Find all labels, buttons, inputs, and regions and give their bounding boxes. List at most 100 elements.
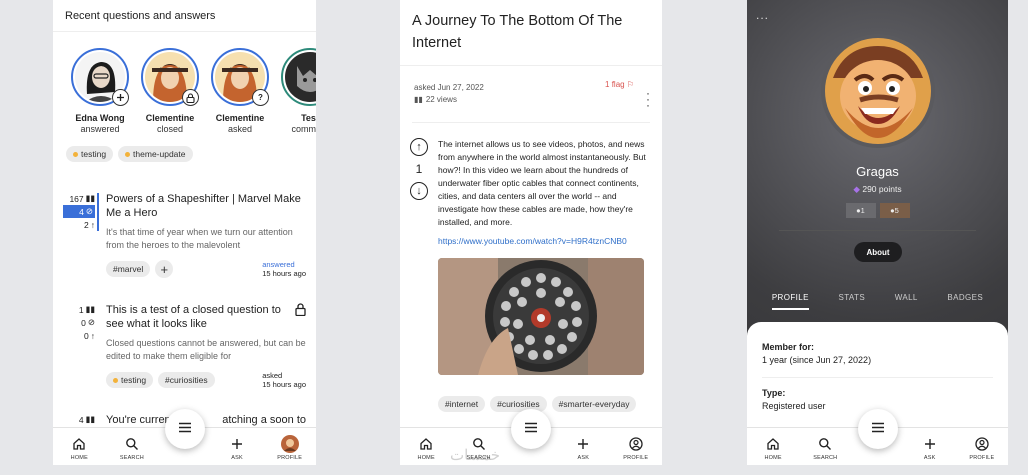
tab-wall[interactable]: WALL bbox=[895, 293, 918, 310]
question-title[interactable]: This is a test of a closed question to s… bbox=[106, 303, 289, 331]
nav-profile[interactable]: PROFILE bbox=[616, 435, 656, 461]
profile-screen: ... Gragas ◆ 290 points ● 1 ● 5 About PROF… bbox=[747, 0, 1008, 465]
story-name: Clementine bbox=[145, 113, 195, 123]
silver-medal: ● 1 bbox=[845, 203, 876, 218]
story-name: Edna Wong bbox=[75, 113, 125, 123]
question-title: A Journey To The Bottom Of The Internet bbox=[400, 0, 662, 66]
tab-stats[interactable]: STATS bbox=[838, 293, 865, 310]
medal-row: ● 1 ● 5 bbox=[747, 203, 1008, 218]
downvote-button[interactable]: ↓ bbox=[410, 182, 428, 200]
menu-dots-icon[interactable]: ... bbox=[756, 8, 769, 22]
check-icon: ⊘ bbox=[85, 206, 93, 216]
vote-control: ↑ 1 ↓ bbox=[409, 138, 429, 200]
arrow-up-icon: ↑ bbox=[90, 219, 95, 230]
highlight-bar bbox=[97, 193, 99, 231]
profile-tabs: PROFILE STATS WALL BADGES bbox=[747, 293, 1008, 310]
feed-screen: Recent questions and answers Edna Wong a… bbox=[53, 0, 316, 465]
question-title[interactable]: Powers of a Shapeshifter | Marvel Make M… bbox=[106, 192, 306, 220]
nav-profile[interactable]: PROFILE bbox=[270, 435, 310, 461]
member-label: Member for: bbox=[762, 342, 815, 352]
story-strip: Edna Wong answered Clementine closed ? C… bbox=[53, 32, 316, 134]
question-item[interactable]: 1 ▮▮ 0 ⊘ 0 ↑ This is a test of a closed que… bbox=[53, 303, 316, 393]
lock-icon bbox=[295, 303, 306, 331]
question-icon: ? bbox=[252, 89, 269, 106]
profile-name: Gragas bbox=[856, 164, 899, 179]
question-excerpt: Closed questions cannot be answered, but… bbox=[106, 338, 306, 361]
flag-button[interactable]: 1 flag ⚐ bbox=[605, 80, 634, 89]
menu-button[interactable] bbox=[164, 409, 205, 449]
search-icon bbox=[125, 435, 139, 453]
tag-chip[interactable]: theme-update bbox=[118, 146, 193, 162]
story-item[interactable]: Test comment bbox=[278, 48, 316, 134]
question-item[interactable]: 167 ▮▮ 4 ⊘ 2 ↑ Powers of a Shapeshifter | M… bbox=[53, 192, 316, 282]
profile-points: ◆ 290 points bbox=[853, 184, 902, 194]
home-icon bbox=[419, 435, 433, 453]
nav-home[interactable]: HOME bbox=[406, 435, 446, 461]
question-meta: asked Jun 27, 2022 ▮▮ 22 views bbox=[414, 83, 484, 104]
hamburger-icon bbox=[178, 420, 192, 438]
nav-ask[interactable]: ASK bbox=[217, 435, 257, 461]
story-action: comment bbox=[291, 124, 316, 134]
plus-icon bbox=[923, 435, 937, 453]
nav-home[interactable]: HOME bbox=[753, 435, 793, 461]
tag-filter-row: testing theme-update bbox=[53, 134, 316, 162]
home-icon bbox=[72, 435, 86, 453]
tag-chip[interactable]: testing bbox=[106, 372, 154, 388]
nav-ask[interactable]: ASK bbox=[563, 435, 603, 461]
question-title-tail: atching a soon to bbox=[222, 414, 306, 426]
nav-home[interactable]: HOME bbox=[59, 435, 99, 461]
type-label: Type: bbox=[762, 388, 786, 398]
tag-chip[interactable]: #curiosities bbox=[158, 372, 215, 388]
avatar bbox=[285, 52, 316, 102]
menu-button[interactable] bbox=[857, 409, 898, 449]
video-thumbnail[interactable] bbox=[438, 258, 644, 375]
home-icon bbox=[766, 435, 780, 453]
nav-profile[interactable]: PROFILE bbox=[962, 435, 1002, 461]
question-screen: A Journey To The Bottom Of The Internet … bbox=[400, 0, 662, 465]
tab-badges[interactable]: BADGES bbox=[947, 293, 983, 310]
tab-profile[interactable]: PROFILE bbox=[771, 293, 809, 310]
question-excerpt: It's that time of year when we turn our … bbox=[106, 227, 293, 250]
question-meta: answered 15 hours ago bbox=[262, 260, 306, 278]
story-item[interactable]: ? Clementine asked bbox=[208, 48, 272, 134]
user-icon bbox=[629, 435, 643, 453]
question-meta: asked 15 hours ago bbox=[262, 371, 306, 389]
nav-search[interactable]: SEARCH bbox=[805, 435, 845, 461]
diamond-icon: ◆ bbox=[853, 184, 860, 194]
plus-icon bbox=[112, 89, 129, 106]
tag-chip[interactable]: #internet bbox=[438, 396, 486, 412]
story-item[interactable]: Clementine closed bbox=[138, 48, 202, 134]
story-name: Clementine bbox=[215, 113, 265, 123]
about-button[interactable]: About bbox=[854, 242, 902, 262]
hamburger-icon bbox=[871, 420, 885, 438]
menu-button[interactable] bbox=[511, 409, 551, 449]
nav-ask[interactable]: ASK bbox=[910, 435, 950, 461]
story-item[interactable]: Edna Wong answered bbox=[68, 48, 132, 134]
story-name: Test bbox=[301, 113, 316, 123]
flag-icon: ⚐ bbox=[626, 80, 634, 89]
views-icon: ▮▮ bbox=[85, 193, 95, 203]
question-stats: 167 ▮▮ 4 ⊘ 2 ↑ bbox=[63, 192, 95, 231]
upvote-button[interactable]: ↑ bbox=[410, 138, 428, 156]
lock-icon bbox=[182, 89, 199, 106]
feed-header: Recent questions and answers bbox=[53, 0, 316, 32]
search-icon bbox=[818, 435, 832, 453]
bronze-medal: ● 5 bbox=[879, 203, 910, 218]
tag-chip[interactable]: #marvel bbox=[106, 261, 151, 277]
nav-search[interactable]: SEARCH bbox=[112, 435, 152, 461]
plus-icon bbox=[230, 435, 244, 453]
story-action: asked bbox=[227, 124, 253, 134]
more-options-icon[interactable]: · · · bbox=[646, 87, 650, 111]
tag-chip[interactable]: testing bbox=[66, 146, 114, 162]
story-action: answered bbox=[80, 124, 120, 134]
question-title[interactable]: You're curren bbox=[106, 413, 171, 427]
question-stats: 4 ▮▮ bbox=[78, 414, 95, 425]
video-link[interactable]: https://www.youtube.com/watch?v=H9R4tznC… bbox=[438, 235, 646, 248]
plus-icon bbox=[576, 435, 590, 453]
question-stats: 1 ▮▮ 0 ⊘ 0 ↑ bbox=[78, 304, 95, 341]
add-tag-button[interactable]: + bbox=[155, 260, 174, 278]
user-icon bbox=[975, 435, 989, 453]
vote-count: 1 bbox=[415, 162, 423, 176]
tag-chip[interactable]: #smarter-everyday bbox=[551, 396, 637, 412]
profile-avatar bbox=[821, 34, 935, 148]
